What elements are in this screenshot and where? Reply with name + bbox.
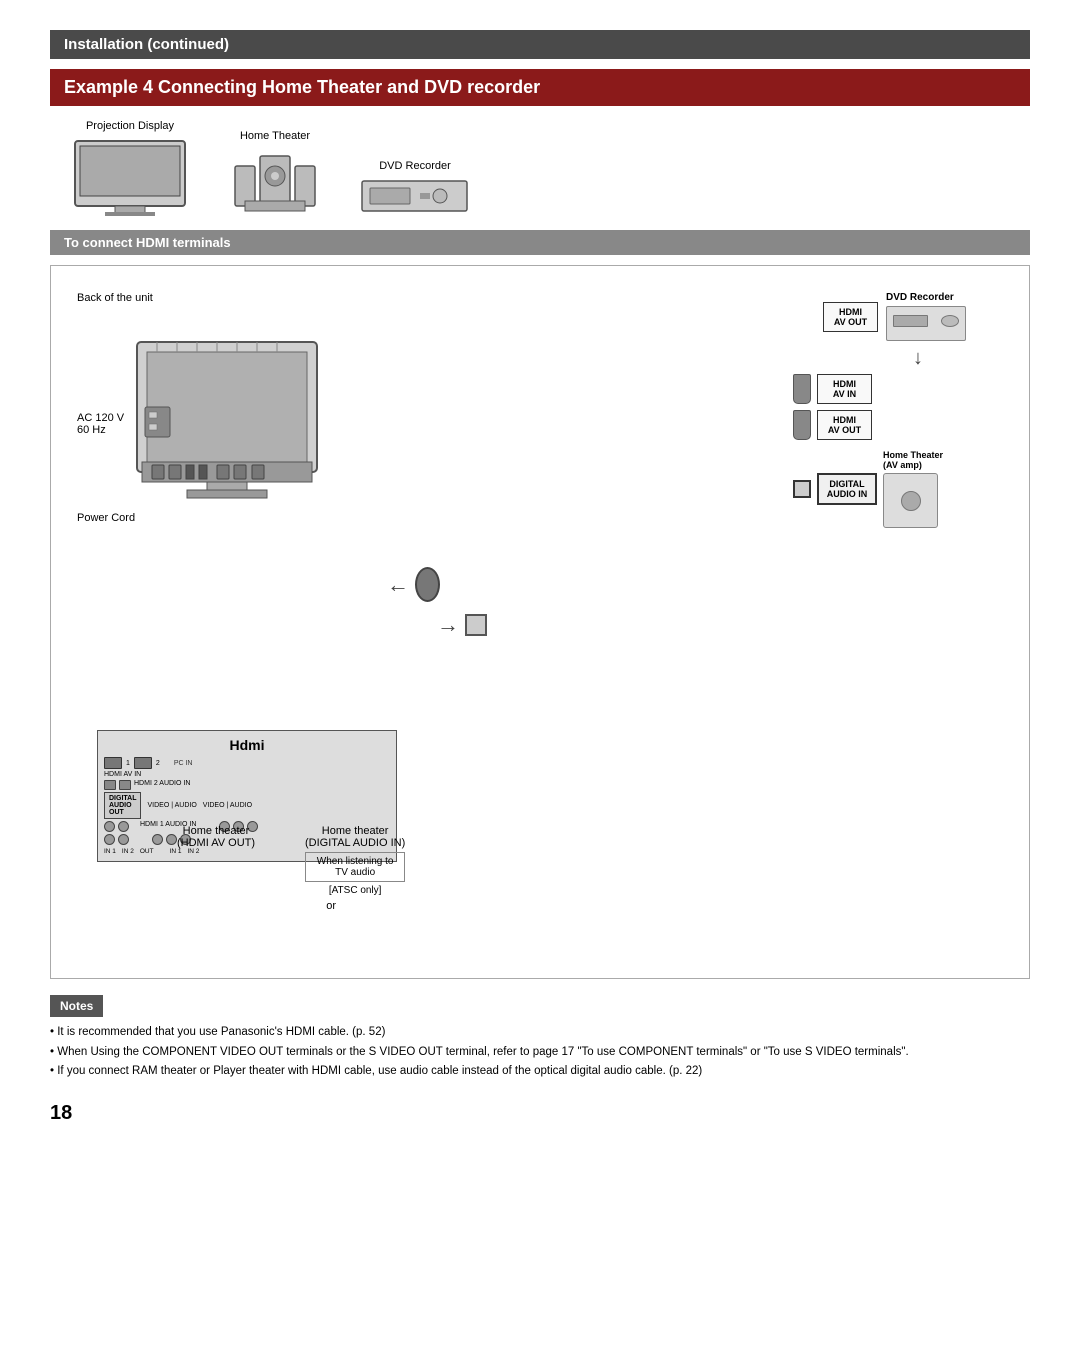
- hdmi-av-in-label: HDMI AV IN: [104, 771, 141, 778]
- hdmi2-port: [104, 780, 116, 790]
- home-theater-icon: [230, 146, 320, 216]
- hdmi-av-in-port: HDMI AV IN: [817, 374, 872, 404]
- notes-header: Notes: [50, 995, 103, 1017]
- notes-list: It is recommended that you use Panasonic…: [50, 1023, 1030, 1082]
- diagram-box: Back of the unit: [50, 265, 1030, 979]
- home-theater-hdmi-label: Home theater (HDMI AV OUT): [177, 825, 255, 896]
- hdmi-av-in-connector: [793, 374, 811, 404]
- tv-audio-text: TV audio: [314, 867, 396, 878]
- center-connection-area-2: →: [437, 612, 487, 638]
- rca-port-9: [166, 834, 177, 845]
- home-theater-right-label: Home Theater (AV amp): [883, 450, 943, 470]
- tv-back-diagram: [127, 312, 367, 592]
- digital-audio-row: DIGITALAUDIOOUT VIDEO | AUDIO VIDEO | AU…: [104, 792, 390, 819]
- hdmi2-row: HDMI 2 AUDIO IN: [104, 780, 390, 790]
- hdmi-port-1-num: 1: [126, 760, 130, 767]
- ht-small-icon: [883, 473, 938, 528]
- hdmi-av-in-row: HDMI AV IN: [104, 771, 390, 778]
- hdmi-port-1: [104, 757, 122, 769]
- digital-audio-in-port: DIGITAL AUDIO IN: [817, 473, 877, 505]
- hdmi-port-2-num: 2: [156, 760, 160, 767]
- optical-connector: [415, 567, 440, 602]
- hdmi2-audio-label: HDMI 2 AUDIO IN: [134, 780, 190, 790]
- dvd-small-icon: [886, 306, 966, 341]
- dvd-recorder-item: DVD Recorder: [360, 160, 470, 216]
- when-listening-text: When listening to: [314, 856, 396, 867]
- ht-speaker: [901, 491, 921, 511]
- right-devices-panel: HDMI AV OUT DVD Recorder ↓ HDMI: [763, 292, 1013, 534]
- digital-audio-out-port: DIGITALAUDIOOUT: [104, 792, 141, 819]
- hdmi-av-out-2-port: HDMI AV OUT: [817, 410, 872, 440]
- device-row: Projection Display Home Theater DVD Reco…: [50, 120, 1030, 216]
- hdmi-av-out-2-connector: [793, 410, 811, 440]
- video-audio-label: VIDEO | AUDIO: [147, 802, 196, 809]
- dvd-disc: [941, 315, 959, 327]
- center-connection-area: ←: [387, 567, 440, 602]
- rca-port-2: [118, 821, 129, 832]
- digital-audio-in-label: DIGITAL AUDIO IN: [825, 479, 869, 499]
- power-cord-label: Power Cord: [77, 512, 135, 524]
- page-number: 18: [50, 1102, 1030, 1125]
- out-label: OUT: [140, 848, 154, 855]
- back-of-unit-label: Back of the unit: [77, 292, 153, 304]
- note-item-2: When Using the COMPONENT VIDEO OUT termi…: [50, 1043, 1030, 1063]
- tv-back-svg: [127, 312, 357, 572]
- square-connector: [465, 614, 487, 636]
- note-item-1: It is recommended that you use Panasonic…: [50, 1023, 1030, 1043]
- rca-port-7: [118, 834, 129, 845]
- hdmi-av-out-section: HDMI AV OUT: [823, 302, 878, 332]
- home-theater-right: Home Theater (AV amp): [883, 450, 943, 528]
- hdmi-av-out-port: HDMI AV OUT: [823, 302, 878, 332]
- notes-section: Notes It is recommended that you use Pan…: [50, 995, 1030, 1082]
- dvd-recorder-label: DVD Recorder: [379, 160, 451, 172]
- hdmi-section-header: To connect HDMI terminals: [50, 230, 1030, 255]
- dvd-top-section: HDMI AV OUT DVD Recorder: [823, 292, 1013, 341]
- hdmi-av-in-section: HDMI AV IN: [793, 374, 1013, 404]
- bottom-section: Home theater (HDMI AV OUT) Home theater …: [177, 825, 405, 912]
- arrow-left-icon: ←: [387, 572, 409, 598]
- rca-port-1: [104, 821, 115, 832]
- in2-label: IN 2: [122, 848, 134, 855]
- example-header: Example 4 Connecting Home Theater and DV…: [50, 69, 1030, 106]
- rca-port-6: [104, 834, 115, 845]
- rca-port-8: [152, 834, 163, 845]
- ac-label: AC 120 V60 Hz: [77, 412, 124, 436]
- arrow-right-icon: →: [437, 612, 459, 638]
- video-audio-label-2: VIDEO | AUDIO: [203, 802, 252, 809]
- or-text: or: [257, 900, 405, 912]
- tv-icon: [70, 136, 190, 216]
- pc-in-label: PC IN: [174, 760, 193, 767]
- hdmi-av-out-2-label: HDMI AV OUT: [826, 415, 863, 435]
- dvd-recorder-right: DVD Recorder: [886, 292, 966, 341]
- bottom-label-row: Home theater (HDMI AV OUT) Home theater …: [177, 825, 405, 896]
- dvd-recorder-icon: [360, 176, 470, 216]
- hdmi-av-out-2-section: HDMI AV OUT: [793, 410, 1013, 440]
- dvd-screen: [893, 315, 928, 327]
- hdmi-av-out-label: HDMI AV OUT: [832, 307, 869, 327]
- installation-header: Installation (continued): [50, 30, 1030, 59]
- hdmi-row-1: 1 2 PC IN: [104, 757, 390, 769]
- projection-display-label: Projection Display: [86, 120, 174, 132]
- hdmi-port-2: [134, 757, 152, 769]
- hdmi2-port-2: [119, 780, 131, 790]
- note-item-3: If you connect RAM theater or Player the…: [50, 1062, 1030, 1082]
- projection-display-item: Projection Display: [70, 120, 190, 216]
- when-listening-box: When listening to TV audio: [305, 852, 405, 882]
- dvd-recorder-right-label: DVD Recorder: [886, 292, 966, 303]
- home-theater-label: Home Theater: [240, 130, 310, 142]
- digital-audio-in-section: DIGITAL AUDIO IN Home Theater (AV amp): [793, 450, 1013, 528]
- atsc-only-text: [ATSC only]: [305, 885, 405, 896]
- home-theater-digital-label: Home theater (DIGITAL AUDIO IN) When lis…: [305, 825, 405, 896]
- in1-label: IN 1: [104, 848, 116, 855]
- diagram-inner: Back of the unit: [67, 282, 1013, 962]
- arrow-down-dvd-icon: ↓: [823, 347, 1013, 370]
- hdmi-av-in-port-label: HDMI AV IN: [826, 379, 863, 399]
- home-theater-item: Home Theater: [230, 130, 320, 216]
- hdmi-big-label: Hdmi: [104, 737, 390, 753]
- digital-audio-in-connector: [793, 480, 811, 498]
